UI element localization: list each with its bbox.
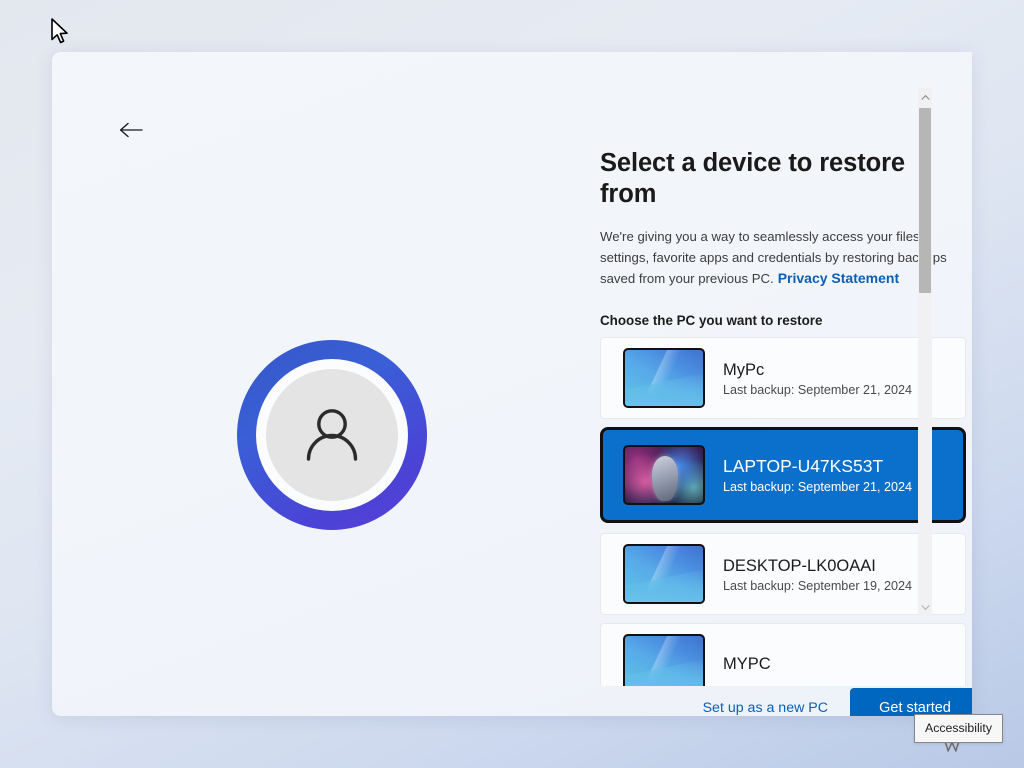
arrow-left-icon: [118, 121, 144, 139]
device-text: DESKTOP-LK0OAAI Last backup: September 19…: [723, 556, 912, 593]
footer-actions: Set up as a new PC Get started: [600, 688, 972, 716]
avatar-inner-circle: [266, 369, 398, 501]
content-column: Select a device to restore from We're gi…: [600, 148, 968, 686]
chevron-up-icon: [921, 94, 930, 101]
choose-pc-label: Choose the PC you want to restore: [600, 313, 968, 328]
scrollbar-up-button[interactable]: [918, 88, 932, 106]
setup-as-new-pc-link[interactable]: Set up as a new PC: [703, 700, 828, 716]
scrollbar-down-button[interactable]: [918, 598, 932, 616]
scrollbar-thumb[interactable]: [919, 108, 931, 293]
device-list-item[interactable]: MyPc Last backup: September 21, 2024: [600, 337, 966, 419]
device-name: DESKTOP-LK0OAAI: [723, 556, 912, 577]
device-name: MyPc: [723, 360, 912, 381]
device-list-item[interactable]: DESKTOP-LK0OAAI Last backup: September 19…: [600, 533, 966, 615]
mouse-pointer-icon: [50, 18, 72, 48]
device-thumbnail: [623, 544, 705, 604]
device-last-backup: Last backup: September 19, 2024: [723, 579, 912, 593]
mouse-cursor: [50, 18, 72, 53]
page-title: Select a device to restore from: [600, 148, 968, 209]
device-list-item[interactable]: MYPC: [600, 623, 966, 686]
device-text: MyPc Last backup: September 21, 2024: [723, 360, 912, 397]
device-list-scrollbar[interactable]: [918, 88, 932, 616]
device-thumbnail: [623, 445, 705, 505]
device-last-backup: Last backup: September 21, 2024: [723, 383, 912, 397]
device-thumbnail: [623, 348, 705, 408]
avatar-ring-gap: [256, 359, 408, 511]
get-started-button[interactable]: Get started: [850, 688, 972, 716]
person-icon: [295, 398, 369, 472]
back-button[interactable]: [114, 114, 148, 146]
device-list[interactable]: MyPcLast backup: September 21, 2024LAPTO…: [600, 337, 966, 686]
device-thumbnail: [623, 634, 705, 686]
accessibility-tooltip: Accessibility: [914, 714, 1003, 743]
privacy-statement-link[interactable]: Privacy Statement: [778, 270, 899, 286]
page-subtitle: We're giving you a way to seamlessly acc…: [600, 227, 968, 289]
chevron-down-icon: [921, 604, 930, 611]
device-text: MYPC: [723, 654, 771, 675]
setup-panel: Select a device to restore from We're gi…: [52, 52, 972, 716]
oobe-screen: Select a device to restore from We're gi…: [0, 0, 1024, 768]
device-last-backup: Last backup: September 21, 2024: [723, 480, 912, 494]
device-text: LAPTOP-U47KS53T Last backup: September 21…: [723, 456, 912, 494]
avatar: [237, 340, 427, 530]
device-name: LAPTOP-U47KS53T: [723, 456, 912, 478]
device-list-item[interactable]: LAPTOP-U47KS53T Last backup: September 21…: [600, 427, 966, 523]
device-name: MYPC: [723, 654, 771, 675]
